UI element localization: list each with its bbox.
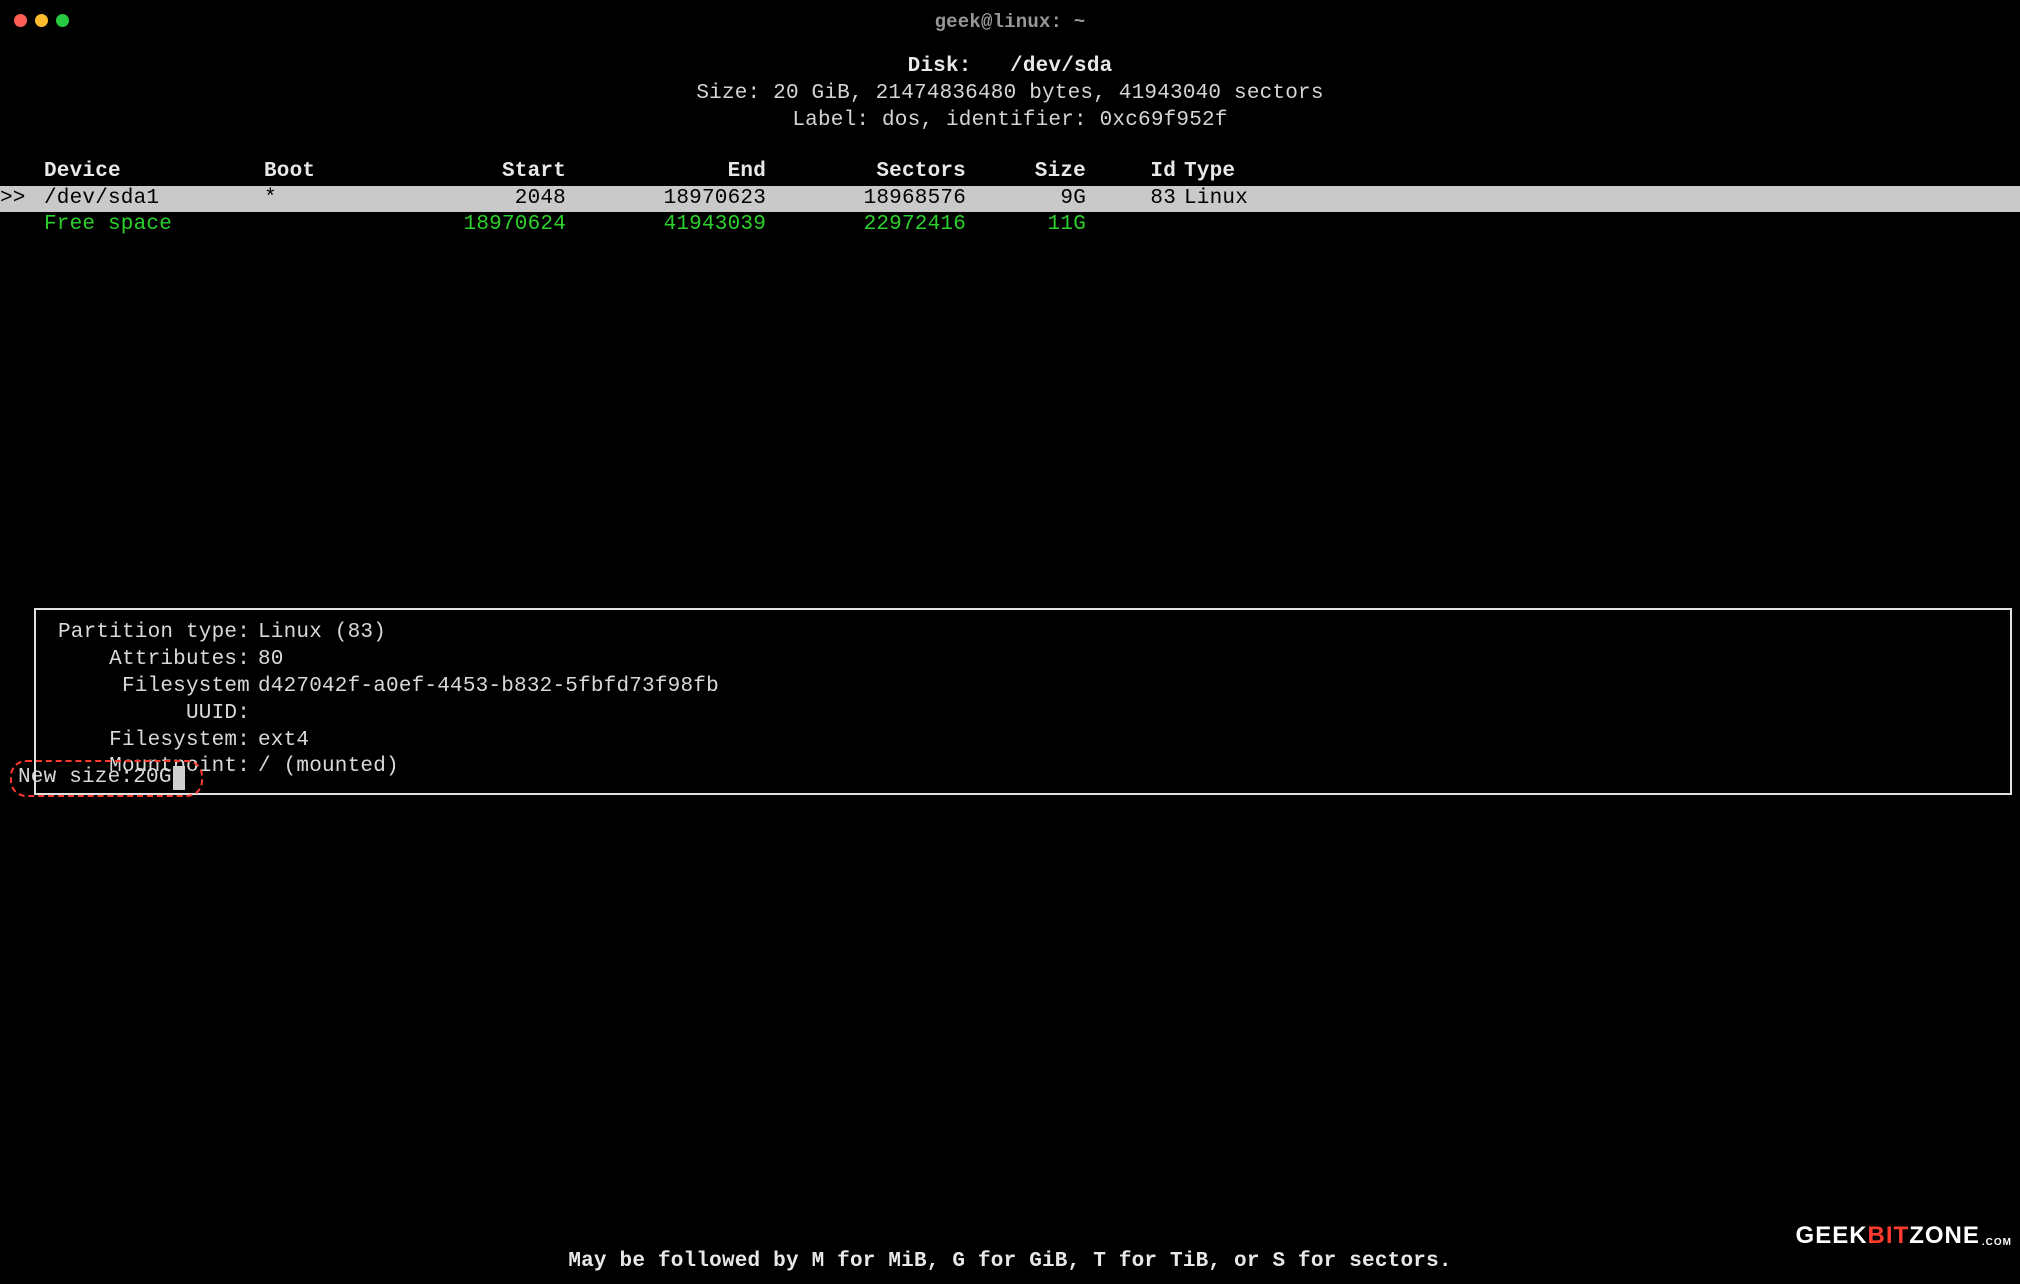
cell-start: 2048 bbox=[384, 186, 584, 213]
text-cursor-icon bbox=[173, 766, 185, 790]
zoom-icon[interactable] bbox=[56, 14, 69, 27]
col-start: Start bbox=[384, 159, 584, 186]
info-fs-value: ext4 bbox=[258, 728, 1998, 755]
disk-path: /dev/sda bbox=[1010, 55, 1112, 78]
info-fs-label: Filesystem: bbox=[48, 728, 258, 755]
hint-text: May be followed by M for MiB, G for GiB,… bbox=[0, 1249, 2020, 1276]
cell-size: 11G bbox=[984, 212, 1104, 239]
col-size: Size bbox=[984, 159, 1104, 186]
col-id: Id bbox=[1104, 159, 1176, 186]
info-attrs-value: 80 bbox=[258, 647, 1998, 674]
info-attrs-label: Attributes: bbox=[48, 647, 258, 674]
cell-type: Linux bbox=[1176, 186, 2020, 213]
disk-label-line: Label: dos, identifier: 0xc69f952f bbox=[0, 108, 2020, 135]
close-icon[interactable] bbox=[14, 14, 27, 27]
info-ptype-label: Partition type: bbox=[48, 620, 258, 647]
disk-label: Disk: bbox=[908, 55, 972, 78]
traffic-lights bbox=[14, 14, 69, 27]
cell-sectors: 22972416 bbox=[784, 212, 984, 239]
wm-d: .COM bbox=[1982, 1237, 2012, 1250]
info-uuid-label: Filesystem UUID: bbox=[48, 674, 258, 728]
cell-device: /dev/sda1 bbox=[44, 186, 264, 213]
info-uuid-value: d427042f-a0ef-4453-b832-5fbfd73f98fb bbox=[258, 674, 1998, 728]
new-size-label: New size: bbox=[18, 765, 133, 792]
partition-info-box: Partition type: Linux (83) Attributes: 8… bbox=[34, 608, 2012, 795]
cell-sectors: 18968576 bbox=[784, 186, 984, 213]
cell-end: 41943039 bbox=[584, 212, 784, 239]
cell-end: 18970623 bbox=[584, 186, 784, 213]
cell-device: Free space bbox=[44, 212, 264, 239]
table-row-sda1[interactable]: >> /dev/sda1 * 2048 18970623 18968576 9G… bbox=[0, 186, 2020, 213]
table-row-free[interactable]: Free space 18970624 41943039 22972416 11… bbox=[0, 212, 2020, 239]
selection-marker-icon: >> bbox=[0, 186, 44, 213]
window-title: geek@linux: ~ bbox=[935, 10, 1086, 34]
wm-b: BIT bbox=[1868, 1221, 1910, 1252]
wm-a: GEEK bbox=[1796, 1221, 1868, 1252]
minimize-icon[interactable] bbox=[35, 14, 48, 27]
new-size-prompt[interactable]: New size: 20G bbox=[10, 760, 203, 797]
col-boot: Boot bbox=[264, 159, 384, 186]
col-type: Type bbox=[1176, 159, 2020, 186]
col-end: End bbox=[584, 159, 784, 186]
table-header: Device Boot Start End Sectors Size Id Ty… bbox=[0, 159, 2020, 186]
col-device: Device bbox=[44, 159, 264, 186]
info-ptype-value: Linux (83) bbox=[258, 620, 1998, 647]
watermark-logo: GEEK BIT ZONE .COM bbox=[1796, 1221, 2012, 1252]
wm-c: ZONE bbox=[1909, 1221, 1980, 1252]
info-mp-value: / (mounted) bbox=[258, 754, 1998, 781]
cell-size: 9G bbox=[984, 186, 1104, 213]
titlebar: geek@linux: ~ bbox=[0, 0, 2020, 44]
cell-id: 83 bbox=[1104, 186, 1176, 213]
partition-table: Device Boot Start End Sectors Size Id Ty… bbox=[0, 159, 2020, 240]
disk-size-line: Size: 20 GiB, 21474836480 bytes, 4194304… bbox=[0, 81, 2020, 108]
terminal-window: geek@linux: ~ Disk: /dev/sda Size: 20 Gi… bbox=[0, 0, 2020, 1284]
cfdisk-header: Disk: /dev/sda Size: 20 GiB, 21474836480… bbox=[0, 54, 2020, 135]
new-size-value[interactable]: 20G bbox=[133, 765, 171, 792]
col-sectors: Sectors bbox=[784, 159, 984, 186]
cell-boot: * bbox=[264, 186, 384, 213]
cell-start: 18970624 bbox=[384, 212, 584, 239]
